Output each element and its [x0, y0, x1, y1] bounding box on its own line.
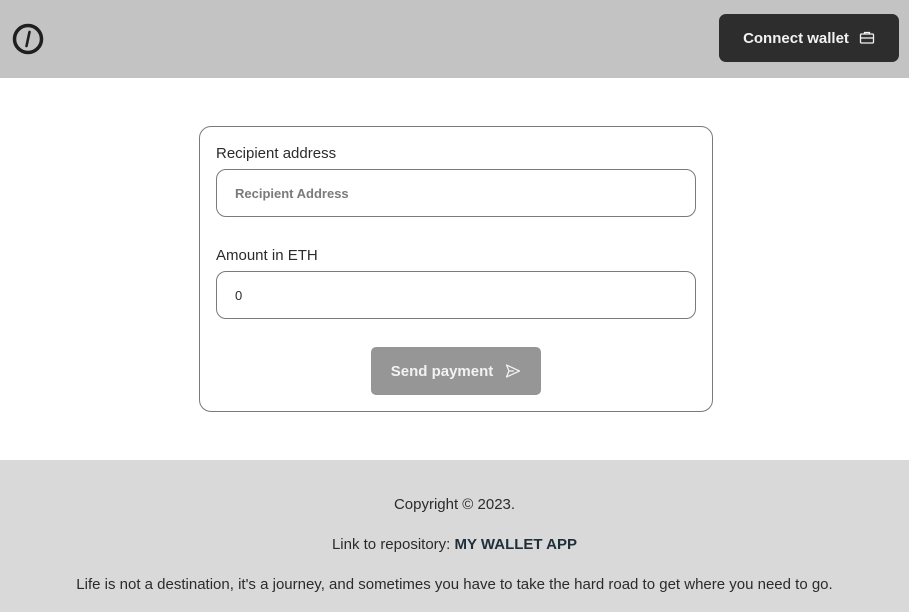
repository-prefix: Link to repository: — [331, 536, 451, 553]
logo-circle-icon[interactable] — [12, 23, 44, 55]
send-payment-label: Send payment — [390, 362, 494, 380]
connect-wallet-label: Connect wallet — [743, 29, 849, 47]
app-footer: Copyright © 2023. Link to repository: MY… — [0, 460, 909, 612]
amount-eth-label: Amount in ETH — [216, 247, 318, 264]
connect-wallet-button[interactable]: Connect wallet — [719, 14, 899, 62]
app-header: Connect wallet — [0, 0, 909, 78]
send-icon — [505, 363, 521, 379]
recipient-address-label: Recipient address — [216, 145, 337, 162]
repository-line: Link to repository: MY WALLET APP — [0, 536, 909, 553]
wallet-icon — [859, 30, 875, 46]
payment-form-card: Recipient address Amount in ETH Send pay… — [199, 126, 713, 412]
send-payment-button[interactable]: Send payment — [371, 347, 541, 395]
amount-eth-input[interactable] — [216, 271, 696, 319]
repository-link[interactable]: MY WALLET APP — [455, 536, 578, 553]
copyright-text: Copyright © 2023. — [393, 496, 516, 513]
recipient-address-input[interactable] — [216, 169, 696, 217]
footer-quote: Life is not a destination, it's a journe… — [76, 576, 833, 593]
